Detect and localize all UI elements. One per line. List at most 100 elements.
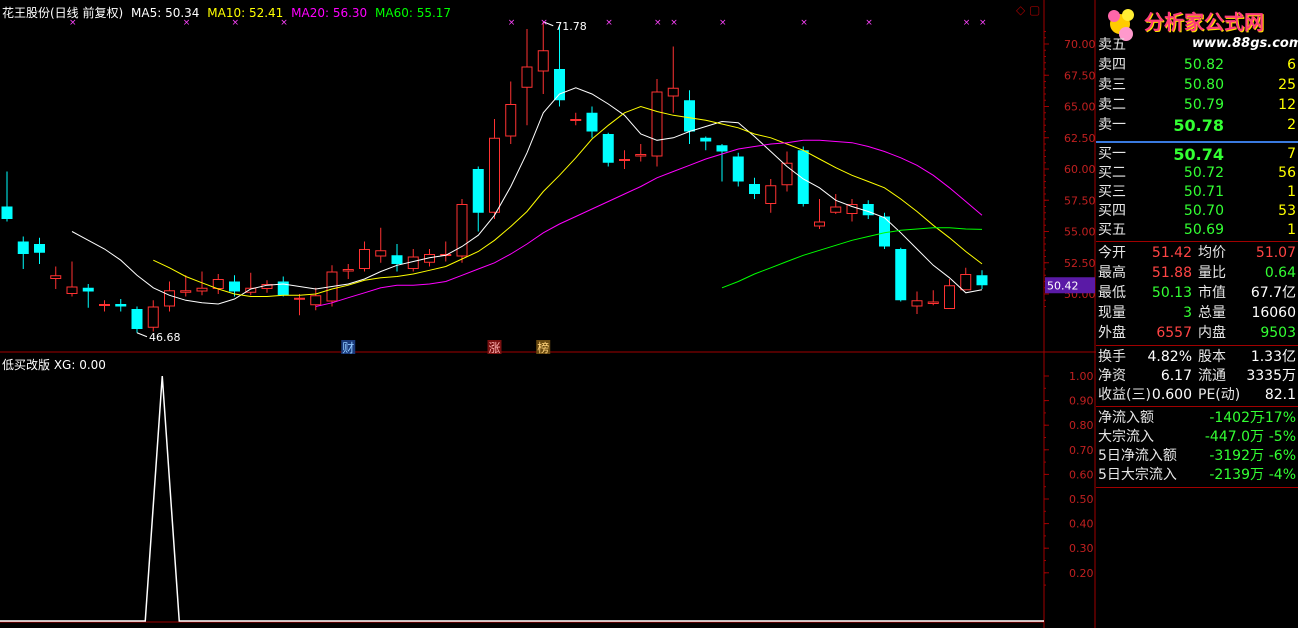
- candle: [359, 241, 370, 272]
- candle-body-up: [180, 290, 192, 293]
- candle-body-up: [814, 221, 825, 227]
- candle: [960, 267, 972, 291]
- corner-icons[interactable]: ◇ ▢: [1016, 3, 1040, 17]
- candle: [50, 266, 62, 289]
- flow-value: -1402万: [1209, 410, 1264, 426]
- indicator-tick-label: 1.00: [1069, 370, 1094, 383]
- bid-level: 买五 50.69 1: [1096, 221, 1298, 240]
- signal-marker: ×: [670, 18, 678, 28]
- stat-value: 51.07: [1255, 245, 1296, 261]
- candle-body-up: [375, 250, 387, 257]
- ask-price: 50.80: [1183, 77, 1224, 93]
- candle: [131, 306, 143, 333]
- stat-label: 流通: [1198, 368, 1226, 384]
- candle: [391, 244, 403, 272]
- candle-body-down: [229, 281, 240, 292]
- candle: [765, 179, 777, 213]
- flow-percent: -6%: [1268, 448, 1296, 464]
- candle: [489, 119, 500, 219]
- candle: [115, 299, 127, 312]
- stat-label: 均价: [1198, 245, 1226, 261]
- ask-label: 卖五: [1098, 37, 1126, 53]
- stat-value: 3335万: [1246, 368, 1296, 384]
- candle: [781, 151, 793, 192]
- quote-panel: 卖五 卖四 50.82 6 卖三 50.80 25 卖二 50.79 12 卖一 50.78 2 买一 50…: [1096, 0, 1298, 628]
- stat-label: 总量: [1198, 305, 1226, 321]
- stat-label: 外盘: [1098, 325, 1126, 341]
- ma5-legend: MA5: 50.34: [131, 6, 200, 20]
- stat-label: 现量: [1098, 305, 1126, 321]
- kline-chart[interactable]: 50.0052.5055.0057.5060.0062.5065.0067.50…: [0, 0, 1096, 628]
- candle: [814, 199, 825, 229]
- stat-row: 净资 6.17 流通 3335万: [1096, 367, 1298, 386]
- stat-value: 6557: [1156, 325, 1192, 341]
- candle-body-down: [749, 184, 760, 194]
- candle: [976, 270, 988, 289]
- candle-body-up: [196, 287, 208, 292]
- candle: [440, 241, 452, 262]
- candle: [180, 275, 192, 297]
- candle-body-up: [619, 159, 630, 161]
- stat-row: 换手 4.82% 股本 1.33亿: [1096, 348, 1298, 367]
- candle-body-down: [976, 275, 988, 286]
- candle-body-up: [164, 290, 175, 307]
- candle-body-up: [960, 274, 972, 291]
- indicator-tick-label: 0.50: [1069, 493, 1094, 506]
- candle: [732, 152, 744, 187]
- stat-label: 量比: [1198, 265, 1226, 281]
- flow-label: 净流入额: [1098, 410, 1154, 426]
- candle-body-down: [34, 244, 45, 253]
- ask-price: 50.78: [1173, 116, 1224, 135]
- event-badge-label: 涨: [489, 340, 501, 355]
- candle: [277, 276, 289, 297]
- price-tick-label: 70.00: [1064, 38, 1096, 51]
- candle-body-up: [147, 306, 159, 328]
- candle: [375, 227, 387, 263]
- ask-volume: 6: [1287, 57, 1296, 73]
- stat-value: 67.7亿: [1250, 285, 1296, 301]
- flow-percent: -4%: [1268, 467, 1296, 483]
- ma-line-ma10: [153, 105, 983, 297]
- flow-value: -447.0万: [1204, 429, 1264, 445]
- candle: [700, 136, 712, 151]
- candle-body-down: [602, 134, 614, 163]
- candle-body-down: [684, 100, 695, 132]
- candle-body-up: [342, 269, 354, 272]
- bid-ask-divider: [1096, 141, 1298, 143]
- flow-percent: -17%: [1259, 410, 1296, 426]
- stat-label: 换手: [1098, 349, 1126, 365]
- xg-indicator-line: [0, 375, 1044, 622]
- signal-marker: ×: [963, 18, 971, 28]
- stat-value: 1.33亿: [1250, 349, 1296, 365]
- panel-separator: [1096, 406, 1298, 407]
- indicator-tick-label: 0.70: [1069, 444, 1094, 457]
- panel-separator: [1096, 487, 1298, 488]
- bid-volume: 53: [1278, 203, 1296, 219]
- ask-label: 卖四: [1098, 57, 1126, 73]
- stat-label: 最高: [1098, 265, 1126, 281]
- candle-body-down: [131, 309, 143, 329]
- candle-body-down: [586, 112, 598, 132]
- stat-label: 市值: [1198, 285, 1226, 301]
- stat-row: 收益(三) 0.600 PE(动) 82.1: [1096, 386, 1298, 405]
- stat-value: 9503: [1260, 325, 1296, 341]
- candle-body-up: [359, 249, 370, 269]
- stat-value: 51.88: [1151, 265, 1192, 281]
- candle: [294, 294, 305, 316]
- candle-body-down: [391, 255, 403, 264]
- bid-price: 50.71: [1183, 184, 1224, 200]
- panel-separator: [1096, 345, 1298, 346]
- flow-percent: -5%: [1268, 429, 1296, 445]
- bid-label: 买二: [1098, 165, 1126, 181]
- event-badge-label: 榜: [537, 340, 549, 355]
- indicator-tick-label: 0.20: [1069, 567, 1094, 580]
- candle: [895, 247, 907, 302]
- bid-level: 买三 50.71 1: [1096, 183, 1298, 202]
- signal-marker: ×: [508, 18, 516, 28]
- candle-body-up: [944, 285, 955, 309]
- stat-value: 3: [1183, 305, 1192, 321]
- indicator-tick-label: 0.90: [1069, 395, 1094, 408]
- candle-body-up: [911, 300, 923, 307]
- stat-label: 收益(三): [1098, 387, 1151, 403]
- ask-price: 50.79: [1183, 97, 1224, 113]
